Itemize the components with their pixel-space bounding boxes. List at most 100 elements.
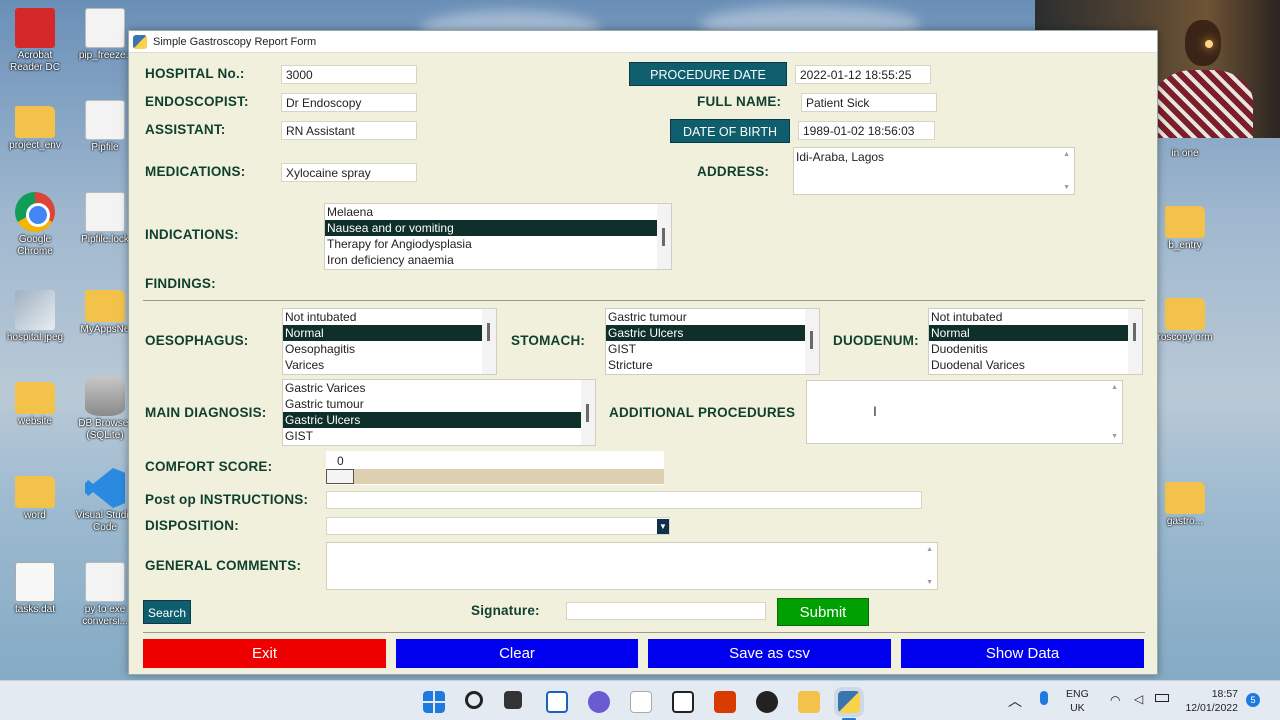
python-icon xyxy=(133,34,147,49)
scroll-up-arrow-icon[interactable]: ▲ xyxy=(1063,151,1070,158)
list-item[interactable]: Not intubated xyxy=(283,309,496,325)
main-diagnosis-listbox[interactable]: Gastric Varices Gastric tumour Gastric U… xyxy=(282,379,596,446)
obs-icon[interactable] xyxy=(756,691,778,713)
file-explorer-icon[interactable] xyxy=(798,691,820,713)
widgets-icon[interactable] xyxy=(546,691,568,713)
image-file-icon xyxy=(15,290,55,330)
show-data-button[interactable]: Show Data xyxy=(901,639,1144,668)
task-view-icon[interactable] xyxy=(504,691,522,709)
comfort-score-slider-handle[interactable] xyxy=(326,469,354,484)
duodenum-scrollbar[interactable] xyxy=(1128,309,1142,374)
indications-listbox[interactable]: Melaena Nausea and or vomiting Therapy f… xyxy=(324,203,672,270)
scroll-down-arrow-icon[interactable]: ▼ xyxy=(1063,184,1070,191)
date-of-birth-button[interactable]: DATE OF BIRTH xyxy=(670,119,790,143)
office-icon[interactable] xyxy=(714,691,736,713)
comfort-score-scale[interactable]: 0 xyxy=(326,451,664,485)
oesophagus-listbox[interactable]: Not intubated Normal Oesophagitis Varice… xyxy=(282,308,497,375)
findings-divider xyxy=(143,300,1145,301)
notification-badge[interactable]: 5 xyxy=(1246,693,1260,707)
scroll-up-arrow-icon[interactable]: ▲ xyxy=(926,546,933,553)
disposition-select[interactable]: ▼ xyxy=(326,517,670,535)
exit-button[interactable]: Exit xyxy=(143,639,386,668)
date-of-birth-input[interactable]: 1989-01-02 18:56:03 xyxy=(798,121,935,140)
assistant-input[interactable]: RN Assistant xyxy=(281,121,417,140)
folder-icon xyxy=(15,476,55,508)
general-comments-textarea[interactable]: ▲ ▼ xyxy=(326,542,938,590)
clear-button[interactable]: Clear xyxy=(396,639,638,668)
scroll-up-arrow-icon[interactable]: ▲ xyxy=(1111,384,1118,391)
list-item[interactable]: Not intubated xyxy=(929,309,1142,325)
desktop-icon-hospital-jpeg[interactable]: hospital.jpeg xyxy=(0,290,70,344)
microphone-icon[interactable] xyxy=(1040,691,1048,705)
scroll-down-arrow-icon[interactable]: ▼ xyxy=(926,579,933,586)
main-diagnosis-label: MAIN DIAGNOSIS: xyxy=(145,405,267,420)
desktop-icon-tasks[interactable]: tasks.dat xyxy=(0,562,70,616)
search-button[interactable]: Search xyxy=(143,600,191,624)
scroll-down-arrow-icon[interactable]: ▼ xyxy=(1111,433,1118,440)
language-indicator[interactable]: ENG UK xyxy=(1066,687,1089,715)
list-item[interactable]: Duodenitis xyxy=(929,341,1142,357)
endoscopist-input[interactable]: Dr Endoscopy xyxy=(281,93,417,112)
procedure-date-button[interactable]: PROCEDURE DATE xyxy=(629,62,787,86)
medications-input[interactable]: Xylocaine spray xyxy=(281,163,417,182)
search-icon[interactable] xyxy=(465,691,483,709)
additional-procedures-label: ADDITIONAL PROCEDURES xyxy=(609,405,796,420)
list-item-selected[interactable]: Normal xyxy=(929,325,1128,341)
duodenum-listbox[interactable]: Not intubated Normal Duodenitis Duodenal… xyxy=(928,308,1143,375)
list-item[interactable]: Therapy for Angiodysplasia xyxy=(325,236,671,252)
photos-icon[interactable] xyxy=(672,691,694,713)
list-item-selected[interactable]: Gastric Ulcers xyxy=(606,325,805,341)
main-diagnosis-scrollbar[interactable] xyxy=(581,380,595,445)
list-item[interactable]: Iron deficiency anaemia xyxy=(325,252,671,268)
desktop-icon-word[interactable]: word xyxy=(0,470,70,522)
chat-icon[interactable] xyxy=(588,691,610,713)
indications-scrollbar[interactable] xyxy=(657,204,671,269)
list-item[interactable]: Varices xyxy=(283,357,496,373)
word-app-icon[interactable] xyxy=(630,691,652,713)
gastroscopy-form-window: Simple Gastroscopy Report Form HOSPITAL … xyxy=(128,30,1158,675)
list-item[interactable]: GIST xyxy=(283,428,595,444)
desktop-icon-gastro[interactable]: gastro... xyxy=(1150,476,1220,528)
list-item[interactable]: Gastric tumour xyxy=(283,396,595,412)
list-item[interactable]: Gastric tumour xyxy=(606,309,819,325)
list-item-selected[interactable]: Normal xyxy=(283,325,482,341)
save-as-csv-button[interactable]: Save as csv xyxy=(648,639,891,668)
battery-icon[interactable] xyxy=(1155,694,1169,702)
list-item[interactable]: GIST xyxy=(606,341,819,357)
list-item[interactable]: Oesophagitis xyxy=(283,341,496,357)
desktop-icon-acrobat[interactable]: Acrobat Reader DC xyxy=(0,8,70,73)
list-item[interactable]: Melaena xyxy=(325,204,671,220)
desktop-icon-chrome[interactable]: Google Chrome xyxy=(0,192,70,257)
list-item[interactable]: Gastric Varices xyxy=(283,380,595,396)
text-cursor-icon: I xyxy=(873,403,877,419)
vscode-icon xyxy=(85,468,125,508)
desktop-icon-b-entry[interactable]: b_entry xyxy=(1150,200,1220,252)
wifi-icon[interactable]: ◠ xyxy=(1110,693,1120,707)
volume-icon[interactable]: ◁ xyxy=(1134,692,1143,706)
list-item[interactable]: Stricture xyxy=(606,357,819,373)
windows-start-icon[interactable] xyxy=(423,691,445,713)
desktop-icon-website[interactable]: website xyxy=(0,376,70,428)
stomach-scrollbar[interactable] xyxy=(805,309,819,374)
full-name-input[interactable]: Patient Sick xyxy=(801,93,937,112)
postop-instructions-input[interactable] xyxy=(326,491,922,509)
procedure-date-input[interactable]: 2022-01-12 18:55:25 xyxy=(795,65,931,84)
desktop-icon-project-env[interactable]: project_env xyxy=(0,100,70,152)
list-item-selected[interactable]: Nausea and or vomiting xyxy=(325,220,657,236)
stomach-listbox[interactable]: Gastric tumour Gastric Ulcers GIST Stric… xyxy=(605,308,820,375)
oesophagus-scrollbar[interactable] xyxy=(482,309,496,374)
list-item[interactable]: Duodenal Varices xyxy=(929,357,1142,373)
desktop-icon-in-one[interactable]: in one xyxy=(1150,148,1220,160)
list-item-selected[interactable]: Gastric Ulcers xyxy=(283,412,581,428)
chevron-up-icon[interactable]: ︿ xyxy=(1008,691,1022,711)
signature-input[interactable] xyxy=(566,602,766,620)
python-app-icon[interactable] xyxy=(834,687,864,717)
postop-instructions-label: Post op INSTRUCTIONS: xyxy=(145,492,309,507)
address-textarea[interactable]: Idi-Araba, Lagos ▲ ▼ xyxy=(793,147,1075,195)
chevron-down-icon[interactable]: ▼ xyxy=(657,519,669,534)
hospital-no-input[interactable]: 3000 xyxy=(281,65,417,84)
submit-button[interactable]: Submit xyxy=(777,598,869,626)
desktop-icon-gastroscopy-form[interactable]: roscopy orm xyxy=(1150,292,1220,344)
clock[interactable]: 18:57 12/01/2022 xyxy=(1180,687,1238,715)
additional-procedures-textarea[interactable]: ▲ ▼ I xyxy=(806,380,1123,444)
